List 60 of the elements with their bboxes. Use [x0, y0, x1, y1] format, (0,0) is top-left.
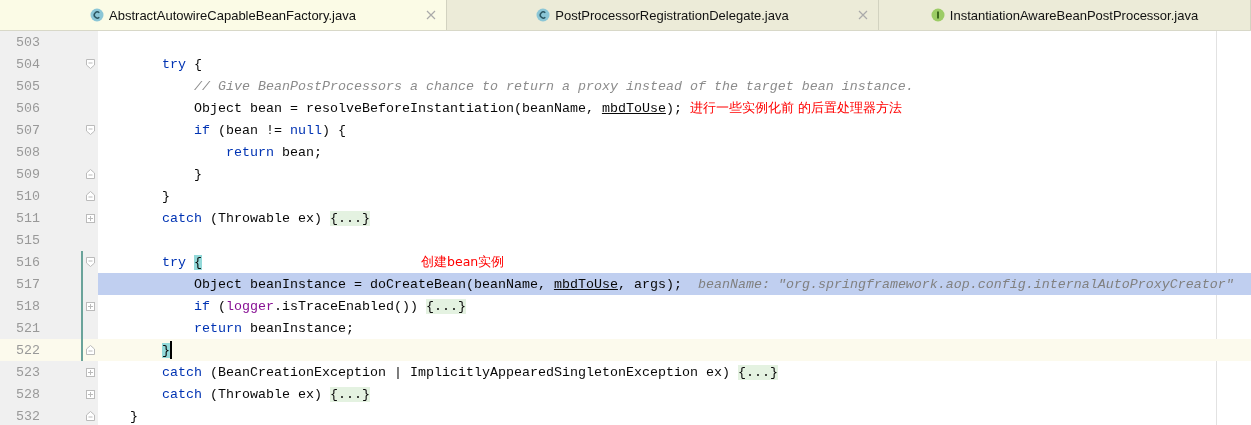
- line-number: 511: [15, 210, 40, 226]
- line-number: 518: [15, 298, 40, 314]
- line-number: 515: [15, 232, 40, 248]
- editor-tab[interactable]: PostProcessorRegistrationDelegate.java: [447, 0, 879, 30]
- fold-icon[interactable]: [86, 125, 95, 135]
- editor-tab[interactable]: AbstractAutowireCapableBeanFactory.java: [0, 0, 447, 30]
- line-number: 523: [15, 364, 40, 380]
- close-icon[interactable]: [858, 10, 868, 20]
- class-icon: [90, 8, 105, 22]
- code-line: }: [162, 188, 170, 204]
- line-number: 532: [15, 408, 40, 424]
- expand-icon[interactable]: [86, 301, 95, 311]
- line-number: 517: [15, 276, 40, 292]
- line-number: 510: [15, 188, 40, 204]
- code-line: }: [194, 166, 202, 182]
- line-number: 509: [15, 166, 40, 182]
- line-number: 516: [15, 254, 40, 270]
- fold-icon[interactable]: [86, 257, 95, 267]
- line-number: 505: [15, 78, 40, 94]
- expand-icon[interactable]: [86, 213, 95, 223]
- code-line: try {: [162, 56, 202, 72]
- folded-code[interactable]: {...}: [425, 298, 466, 314]
- code-line: catch (Throwable ex) {...}: [162, 210, 370, 226]
- code-line: catch (Throwable ex) {...}: [162, 386, 370, 402]
- code-line: Object beanInstance = doCreateBean(beanName, mbdToUse, args);: [194, 276, 682, 292]
- interface-icon: [930, 8, 945, 22]
- fold-icon[interactable]: [86, 59, 95, 69]
- class-icon: [536, 8, 551, 22]
- annotation-text: 创建bean实例: [421, 253, 505, 271]
- code-line: Object bean = resolveBeforeInstantiation(beanName, mbdToUse);: [194, 100, 682, 116]
- code-line: if (bean != null) {: [194, 122, 346, 138]
- fold-icon[interactable]: [86, 345, 95, 355]
- text-cursor: [170, 341, 172, 359]
- inline-hint: beanName: "org.springframework.aop.config.internalAutoProxyCreator": [697, 276, 1234, 292]
- folded-code[interactable]: {...}: [330, 386, 370, 402]
- fold-icon[interactable]: [86, 191, 95, 201]
- code-line: return beanInstance;: [194, 320, 354, 336]
- line-number: 522: [15, 342, 40, 358]
- line-number: 506: [15, 100, 40, 116]
- code-line: catch (BeanCreationException | ImplicitlyAppearedSingletonException ex) {...}: [162, 364, 778, 380]
- line-number: 503: [15, 34, 40, 50]
- line-number: 521: [15, 320, 40, 336]
- code-line: }: [130, 408, 138, 424]
- line-number: 504: [15, 56, 40, 72]
- folded-code[interactable]: {...}: [737, 364, 778, 380]
- code-line: try {: [162, 254, 202, 270]
- expand-icon[interactable]: [86, 367, 95, 377]
- code-line: return bean;: [226, 144, 322, 160]
- folded-code[interactable]: {...}: [330, 210, 370, 226]
- expand-icon[interactable]: [86, 389, 95, 399]
- annotation-text: 进行一些实例化前 的后置处理器方法: [689, 99, 902, 117]
- fold-icon[interactable]: [86, 411, 95, 421]
- line-number: 508: [15, 144, 40, 160]
- close-icon[interactable]: [426, 10, 436, 20]
- line-number: 528: [15, 386, 40, 402]
- line-number: 507: [15, 122, 40, 138]
- fold-icon[interactable]: [86, 169, 95, 179]
- code-line: if (logger.isTraceEnabled()) {...}: [194, 298, 466, 314]
- code-line: // Give BeanPostProcessors a chance to return a proxy instead of the target bean instance.: [194, 78, 914, 94]
- editor-tab[interactable]: InstantiationAwareBeanPostProcessor.java: [879, 0, 1251, 30]
